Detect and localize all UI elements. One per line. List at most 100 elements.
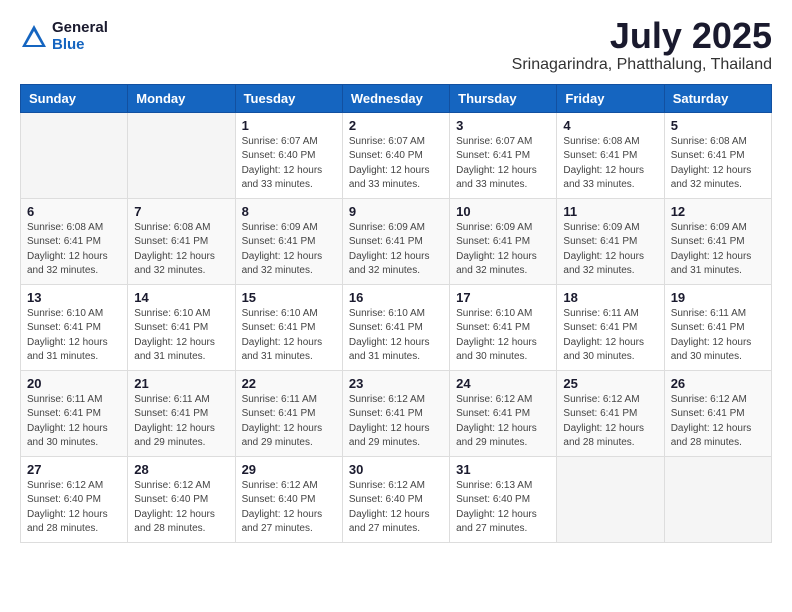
calendar-cell: 11Sunrise: 6:09 AMSunset: 6:41 PMDayligh…: [557, 198, 664, 284]
day-detail: Sunrise: 6:11 AMSunset: 6:41 PMDaylight:…: [27, 393, 121, 451]
day-number: 19: [671, 290, 765, 305]
calendar-week-row: 27 Sunrise: 6:12 AMSunset: 6:40 PMDayligh…: [21, 456, 772, 542]
calendar-cell: 20Sunrise: 6:11 AMSunset: 6:41 PMDayligh…: [21, 370, 128, 456]
calendar-cell: 12 Sunrise: 6:09 AMSunset: 6:41 PMDayligh…: [664, 198, 771, 284]
calendar-cell: 2Sunrise: 6:07 AMSunset: 6:40 PMDaylight…: [342, 112, 449, 198]
calendar-week-row: 13Sunrise: 6:10 AMSunset: 6:41 PMDayligh…: [21, 284, 772, 370]
calendar-cell: 27 Sunrise: 6:12 AMSunset: 6:40 PMDayligh…: [21, 456, 128, 542]
day-number: 28: [134, 462, 228, 477]
logo: General Blue: [20, 20, 108, 53]
calendar-cell: 22Sunrise: 6:11 AMSunset: 6:41 PMDayligh…: [235, 370, 342, 456]
calendar-cell: 19 Sunrise: 6:11 AMSunset: 6:41 PMDayligh…: [664, 284, 771, 370]
calendar-cell: 28 Sunrise: 6:12 AMSunset: 6:40 PMDayligh…: [128, 456, 235, 542]
title-area: July 2025 Srinagarindra, Phatthalung, Th…: [512, 16, 772, 74]
day-detail: Sunrise: 6:09 AMSunset: 6:41 PMDaylight:…: [671, 221, 765, 279]
month-title: July 2025: [512, 16, 772, 56]
calendar-cell: 30 Sunrise: 6:12 AMSunset: 6:40 PMDayligh…: [342, 456, 449, 542]
calendar-cell: 5 Sunrise: 6:08 AMSunset: 6:41 PMDaylight…: [664, 112, 771, 198]
calendar-cell: 8Sunrise: 6:09 AMSunset: 6:41 PMDaylight…: [235, 198, 342, 284]
day-number: 6: [27, 204, 121, 219]
calendar-cell: [557, 456, 664, 542]
day-detail: Sunrise: 6:09 AMSunset: 6:41 PMDaylight:…: [456, 221, 550, 279]
day-detail: Sunrise: 6:10 AMSunset: 6:41 PMDaylight:…: [27, 307, 121, 365]
day-number: 14: [134, 290, 228, 305]
calendar-cell: 7 Sunrise: 6:08 AMSunset: 6:41 PMDaylight…: [128, 198, 235, 284]
calendar-cell: 17Sunrise: 6:10 AMSunset: 6:41 PMDayligh…: [450, 284, 557, 370]
day-number: 23: [349, 376, 443, 391]
weekday-header: Saturday: [664, 84, 771, 112]
calendar-cell: 26Sunrise: 6:12 AMSunset: 6:41 PMDayligh…: [664, 370, 771, 456]
day-detail: Sunrise: 6:09 AMSunset: 6:41 PMDaylight:…: [349, 221, 443, 279]
calendar-week-row: 6 Sunrise: 6:08 AMSunset: 6:41 PMDaylight…: [21, 198, 772, 284]
day-detail: Sunrise: 6:08 AMSunset: 6:41 PMDaylight:…: [671, 135, 765, 193]
day-detail: Sunrise: 6:12 AMSunset: 6:41 PMDaylight:…: [456, 393, 550, 451]
logo-general: General: [52, 20, 108, 37]
calendar-cell: 9 Sunrise: 6:09 AMSunset: 6:41 PMDaylight…: [342, 198, 449, 284]
day-detail: Sunrise: 6:13 AMSunset: 6:40 PMDaylight:…: [456, 479, 550, 537]
calendar-cell: 24 Sunrise: 6:12 AMSunset: 6:41 PMDayligh…: [450, 370, 557, 456]
day-number: 27: [27, 462, 121, 477]
day-number: 15: [242, 290, 336, 305]
day-number: 4: [563, 118, 657, 133]
day-detail: Sunrise: 6:07 AMSunset: 6:41 PMDaylight:…: [456, 135, 550, 193]
day-number: 29: [242, 462, 336, 477]
calendar-week-row: 1Sunrise: 6:07 AMSunset: 6:40 PMDaylight…: [21, 112, 772, 198]
calendar-cell: 1Sunrise: 6:07 AMSunset: 6:40 PMDaylight…: [235, 112, 342, 198]
day-number: 30: [349, 462, 443, 477]
day-number: 7: [134, 204, 228, 219]
day-detail: Sunrise: 6:12 AMSunset: 6:40 PMDaylight:…: [27, 479, 121, 537]
day-number: 3: [456, 118, 550, 133]
day-detail: Sunrise: 6:09 AMSunset: 6:41 PMDaylight:…: [242, 221, 336, 279]
day-detail: Sunrise: 6:08 AMSunset: 6:41 PMDaylight:…: [563, 135, 657, 193]
calendar-cell: 3 Sunrise: 6:07 AMSunset: 6:41 PMDaylight…: [450, 112, 557, 198]
calendar-cell: 21Sunrise: 6:11 AMSunset: 6:41 PMDayligh…: [128, 370, 235, 456]
weekday-header: Wednesday: [342, 84, 449, 112]
day-detail: Sunrise: 6:12 AMSunset: 6:40 PMDaylight:…: [349, 479, 443, 537]
location-title: Srinagarindra, Phatthalung, Thailand: [512, 56, 772, 74]
weekday-header: Monday: [128, 84, 235, 112]
calendar-cell: 4 Sunrise: 6:08 AMSunset: 6:41 PMDaylight…: [557, 112, 664, 198]
logo-blue: Blue: [52, 37, 108, 54]
day-detail: Sunrise: 6:10 AMSunset: 6:41 PMDaylight:…: [349, 307, 443, 365]
weekday-header: Thursday: [450, 84, 557, 112]
day-detail: Sunrise: 6:11 AMSunset: 6:41 PMDaylight:…: [563, 307, 657, 365]
day-number: 12: [671, 204, 765, 219]
day-number: 17: [456, 290, 550, 305]
calendar-header-row: SundayMondayTuesdayWednesdayThursdayFrid…: [21, 84, 772, 112]
day-detail: Sunrise: 6:12 AMSunset: 6:40 PMDaylight:…: [134, 479, 228, 537]
day-number: 21: [134, 376, 228, 391]
day-detail: Sunrise: 6:12 AMSunset: 6:40 PMDaylight:…: [242, 479, 336, 537]
logo-text: General Blue: [52, 20, 108, 53]
weekday-header: Tuesday: [235, 84, 342, 112]
day-number: 10: [456, 204, 550, 219]
day-number: 11: [563, 204, 657, 219]
calendar-cell: 6 Sunrise: 6:08 AMSunset: 6:41 PMDaylight…: [21, 198, 128, 284]
calendar-cell: 18 Sunrise: 6:11 AMSunset: 6:41 PMDayligh…: [557, 284, 664, 370]
calendar-week-row: 20Sunrise: 6:11 AMSunset: 6:41 PMDayligh…: [21, 370, 772, 456]
calendar-cell: [21, 112, 128, 198]
day-detail: Sunrise: 6:12 AMSunset: 6:41 PMDaylight:…: [563, 393, 657, 451]
calendar-table: SundayMondayTuesdayWednesdayThursdayFrid…: [20, 84, 772, 543]
day-number: 5: [671, 118, 765, 133]
day-number: 1: [242, 118, 336, 133]
calendar-cell: 23 Sunrise: 6:12 AMSunset: 6:41 PMDayligh…: [342, 370, 449, 456]
page-header: General Blue July 2025 Srinagarindra, Ph…: [20, 16, 772, 74]
calendar-cell: 16Sunrise: 6:10 AMSunset: 6:41 PMDayligh…: [342, 284, 449, 370]
day-number: 24: [456, 376, 550, 391]
calendar-cell: 29 Sunrise: 6:12 AMSunset: 6:40 PMDayligh…: [235, 456, 342, 542]
day-detail: Sunrise: 6:08 AMSunset: 6:41 PMDaylight:…: [134, 221, 228, 279]
day-detail: Sunrise: 6:11 AMSunset: 6:41 PMDaylight:…: [671, 307, 765, 365]
calendar-cell: [664, 456, 771, 542]
calendar-cell: 10 Sunrise: 6:09 AMSunset: 6:41 PMDayligh…: [450, 198, 557, 284]
day-detail: Sunrise: 6:08 AMSunset: 6:41 PMDaylight:…: [27, 221, 121, 279]
day-number: 2: [349, 118, 443, 133]
calendar-cell: 13Sunrise: 6:10 AMSunset: 6:41 PMDayligh…: [21, 284, 128, 370]
day-number: 22: [242, 376, 336, 391]
day-detail: Sunrise: 6:10 AMSunset: 6:41 PMDaylight:…: [242, 307, 336, 365]
day-number: 18: [563, 290, 657, 305]
logo-icon: [20, 23, 48, 51]
calendar-cell: [128, 112, 235, 198]
day-detail: Sunrise: 6:12 AMSunset: 6:41 PMDaylight:…: [349, 393, 443, 451]
day-number: 9: [349, 204, 443, 219]
calendar-cell: 15 Sunrise: 6:10 AMSunset: 6:41 PMDayligh…: [235, 284, 342, 370]
